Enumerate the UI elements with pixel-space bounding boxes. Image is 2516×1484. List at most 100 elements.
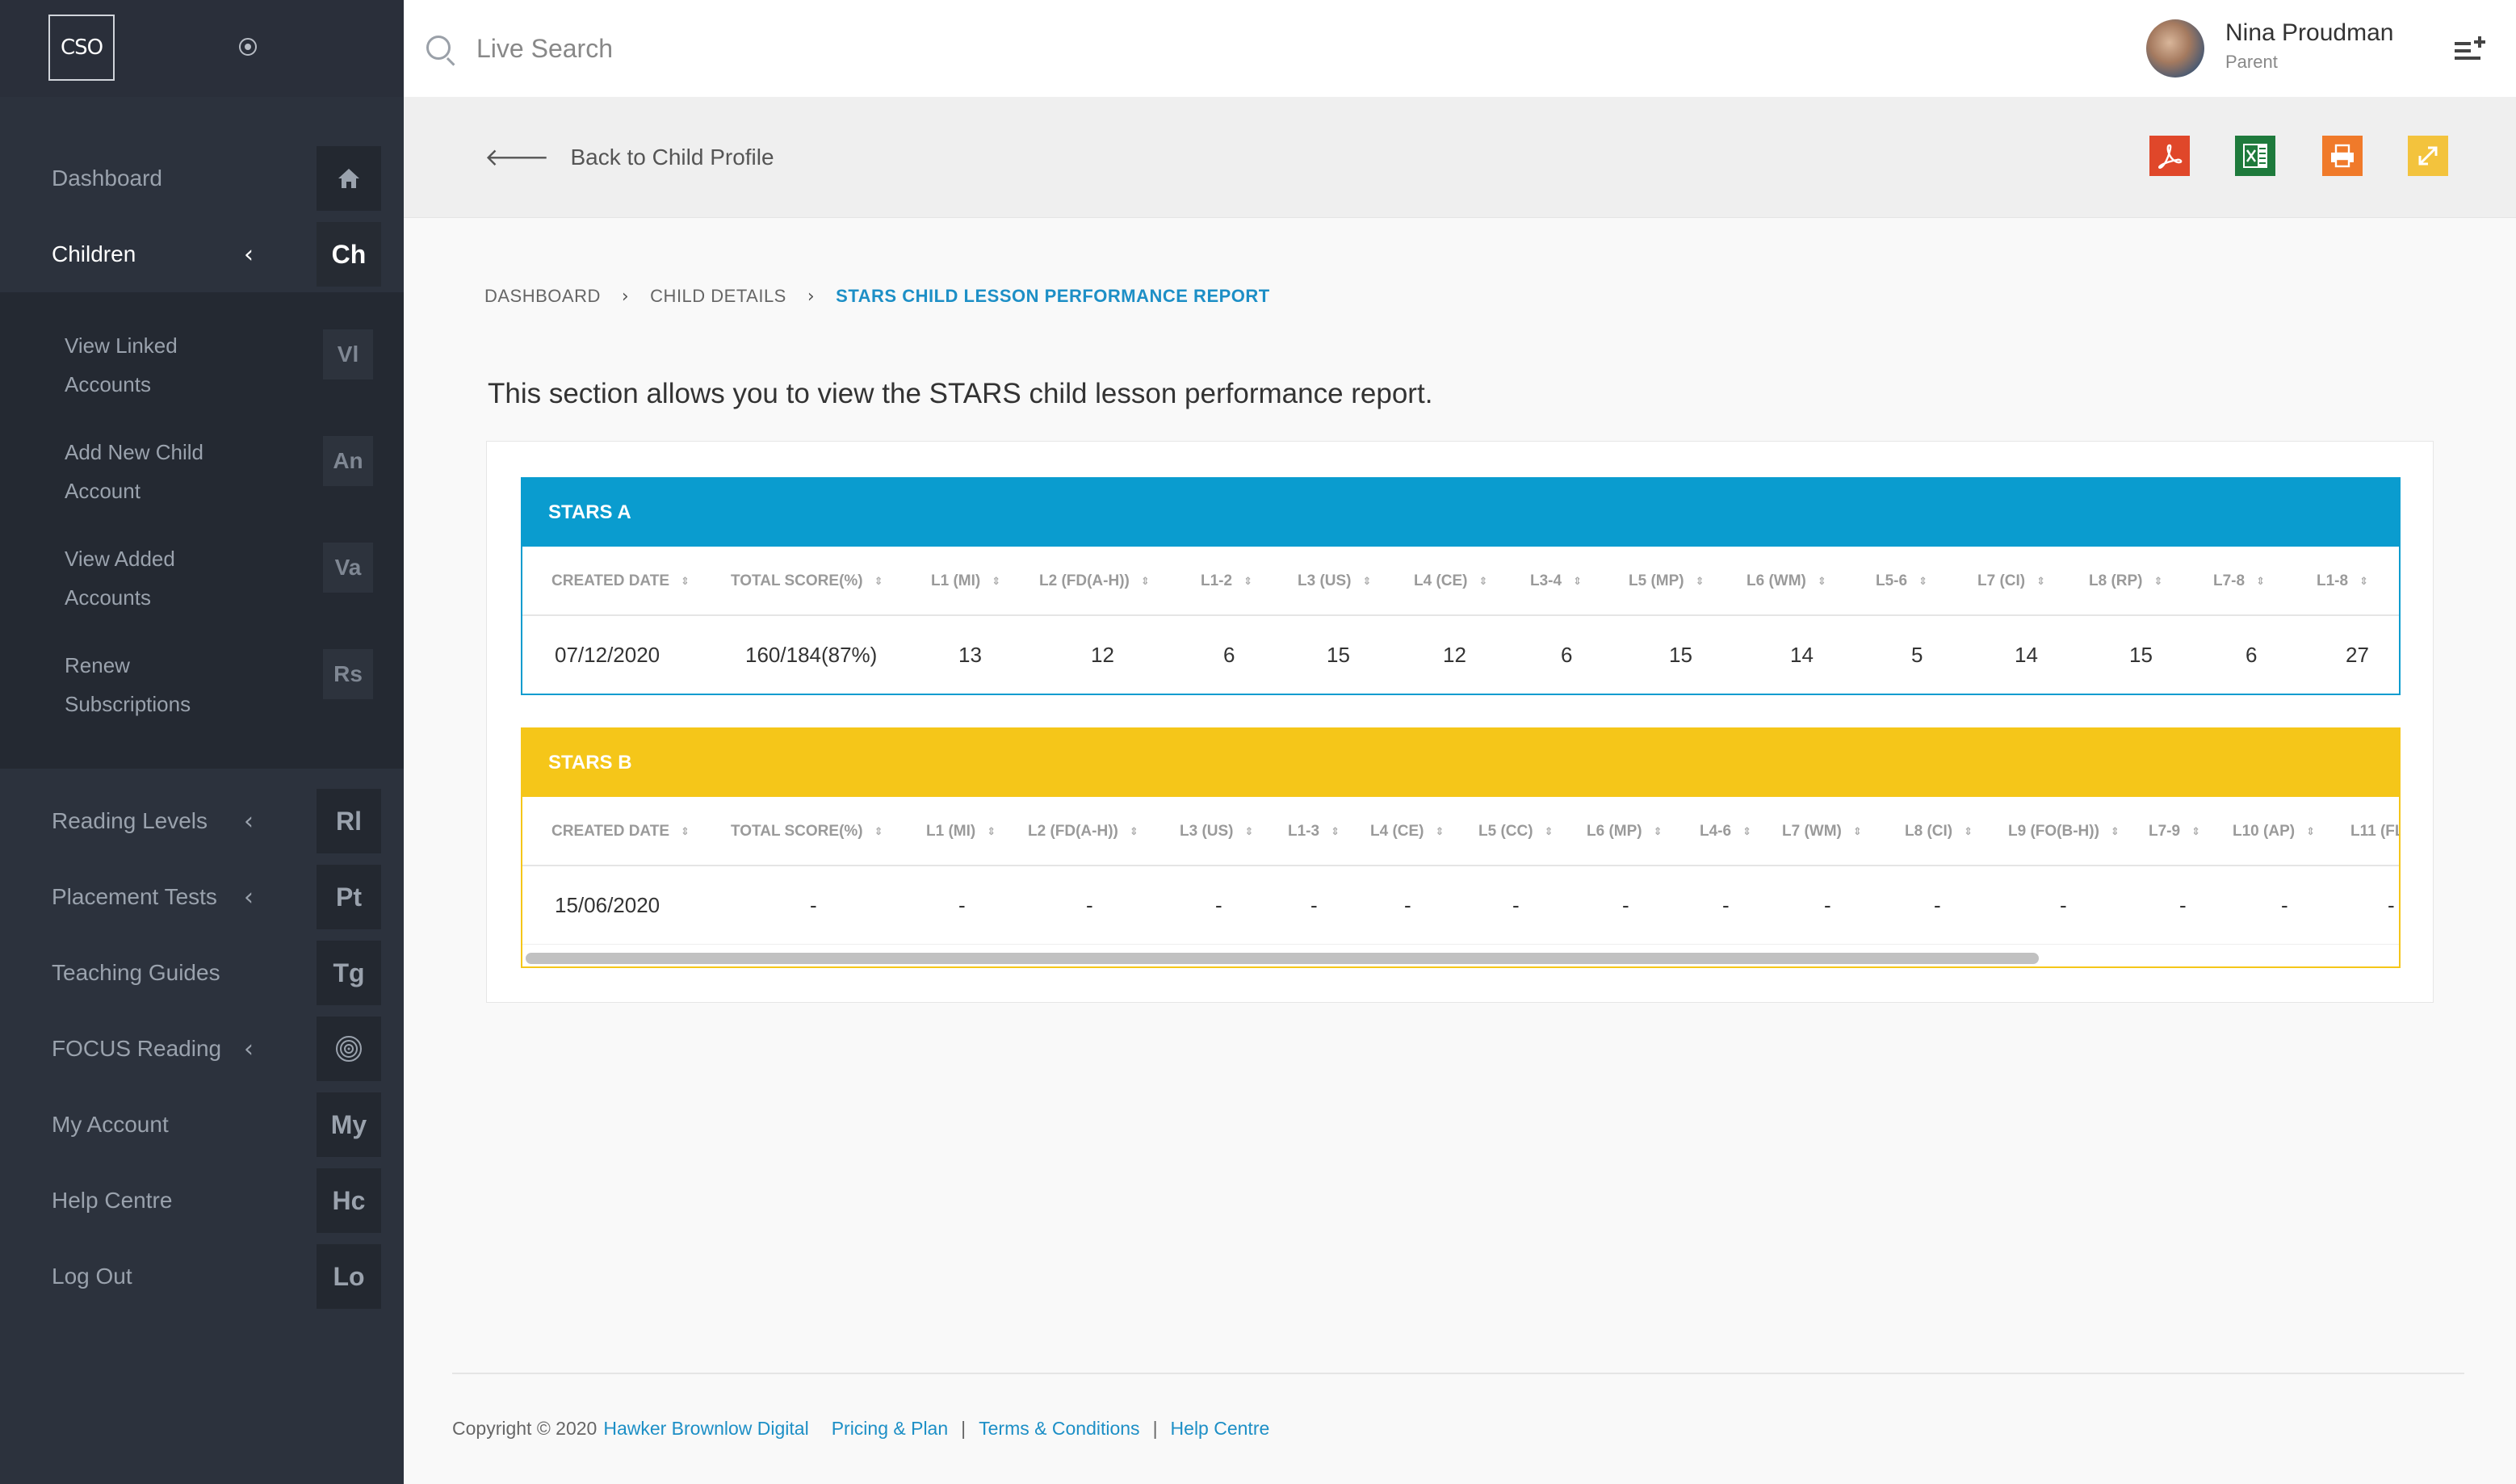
avatar[interactable] bbox=[2146, 19, 2204, 78]
table-cell: - bbox=[1404, 892, 1411, 917]
sidebar-subitem-badge: Va bbox=[323, 543, 373, 593]
column-header[interactable]: L1-8 ⇕ bbox=[2317, 547, 2368, 616]
column-header[interactable]: L4 (CE) ⇕ bbox=[1370, 797, 1444, 866]
sidebar-item-badge: Lo bbox=[317, 1244, 381, 1309]
column-header[interactable]: L8 (CI) ⇕ bbox=[1905, 797, 1973, 866]
column-header[interactable]: L2 (FD(A-H)) ⇕ bbox=[1028, 797, 1138, 866]
column-header[interactable]: L7-8 ⇕ bbox=[2213, 547, 2265, 616]
column-header[interactable]: L8 (RP) ⇕ bbox=[2089, 547, 2162, 616]
sidebar-header: CSO bbox=[0, 0, 404, 97]
table-cell: 6 bbox=[2246, 642, 2258, 667]
column-header[interactable]: L5 (CC) ⇕ bbox=[1478, 797, 1553, 866]
column-header[interactable]: L7-9 ⇕ bbox=[2149, 797, 2200, 866]
sidebar-subitem-label: View Linked Accounts bbox=[65, 333, 178, 396]
print-button[interactable] bbox=[2322, 136, 2363, 176]
sidebar-subitem-badge: Rs bbox=[323, 649, 373, 699]
export-pdf-button[interactable] bbox=[2149, 136, 2190, 176]
sidebar-item-label: Placement Tests bbox=[52, 884, 217, 909]
back-to-child-profile-link[interactable]: 🡐 Back to Child Profile bbox=[484, 141, 774, 174]
sort-icon: ⇕ bbox=[1817, 575, 1826, 588]
column-header[interactable]: L5 (MP) ⇕ bbox=[1629, 547, 1705, 616]
logo[interactable]: CSO bbox=[48, 15, 115, 81]
column-header[interactable]: L2 (FD(A-H)) ⇕ bbox=[1039, 547, 1150, 616]
column-header[interactable]: L1 (MI) ⇕ bbox=[926, 797, 996, 866]
column-header[interactable]: L7 (CI) ⇕ bbox=[1977, 547, 2045, 616]
column-header[interactable]: L1 (MI) ⇕ bbox=[931, 547, 1000, 616]
column-header[interactable]: TOTAL SCORE(%) ⇕ bbox=[731, 797, 883, 866]
sort-icon: ⇕ bbox=[1544, 825, 1554, 838]
sort-icon: ⇕ bbox=[1852, 825, 1862, 838]
column-header[interactable]: CREATED DATE ⇕ bbox=[551, 547, 690, 616]
sidebar-subitem-view-linked-accounts[interactable]: View Linked Accounts Vl bbox=[0, 329, 404, 436]
column-header[interactable]: L3 (US) ⇕ bbox=[1180, 797, 1253, 866]
column-header[interactable]: L3 (US) ⇕ bbox=[1298, 547, 1371, 616]
search-input[interactable] bbox=[476, 24, 1042, 73]
export-excel-button[interactable] bbox=[2235, 136, 2275, 176]
children-submenu: View Linked Accounts Vl Add New Child Ac… bbox=[0, 220, 404, 769]
sidebar-item-label: FOCUS Reading bbox=[52, 1036, 222, 1061]
chevron-right-icon: › bbox=[807, 286, 816, 307]
column-header[interactable]: L4-6 ⇕ bbox=[1700, 797, 1751, 866]
sidebar-subitem-add-new-child-account[interactable]: Add New Child Account An bbox=[0, 436, 404, 543]
sidebar-item-teaching-guides[interactable]: Teaching Guides Tg bbox=[0, 935, 404, 1011]
table-row: 07/12/2020 160/184(87%) 13 12 6 15 12 6 … bbox=[522, 616, 2399, 694]
breadcrumb-dashboard[interactable]: DASHBOARD bbox=[484, 286, 601, 307]
expand-button[interactable] bbox=[2408, 136, 2448, 176]
sidebar-item-children[interactable]: Children ‹ Ch bbox=[0, 216, 404, 292]
sort-icon: ⇕ bbox=[2036, 575, 2046, 588]
sidebar-subitem-renew-subscriptions[interactable]: Renew Subscriptions Rs bbox=[0, 649, 404, 756]
column-header[interactable]: CREATED DATE ⇕ bbox=[551, 797, 690, 866]
sort-icon: ⇕ bbox=[874, 825, 883, 838]
sort-icon: ⇕ bbox=[874, 575, 883, 588]
column-header[interactable]: L3-4 ⇕ bbox=[1530, 547, 1582, 616]
column-header[interactable]: L1-2 ⇕ bbox=[1201, 547, 1252, 616]
menu-add-icon[interactable] bbox=[2455, 36, 2485, 61]
sidebar-item-reading-levels[interactable]: Reading Levels ‹ Rl bbox=[0, 783, 404, 859]
column-header[interactable]: L11 (FL bbox=[2350, 797, 2399, 866]
sort-icon: ⇕ bbox=[987, 825, 996, 838]
sidebar-item-placement-tests[interactable]: Placement Tests ‹ Pt bbox=[0, 859, 404, 935]
chevron-right-icon: › bbox=[621, 286, 630, 307]
column-header[interactable]: TOTAL SCORE(%) ⇕ bbox=[731, 547, 883, 616]
sidebar-item-focus-reading[interactable]: FOCUS Reading ‹ bbox=[0, 1011, 404, 1087]
breadcrumb-child-details[interactable]: CHILD DETAILS bbox=[650, 286, 786, 307]
table-row: 15/06/2020 - - - - - - - - - - - - - - - bbox=[522, 866, 2399, 944]
terms-link[interactable]: Terms & Conditions bbox=[979, 1418, 1139, 1440]
sidebar-item-badge: Ch bbox=[317, 222, 381, 287]
pricing-link[interactable]: Pricing & Plan bbox=[832, 1418, 948, 1440]
back-link-label: Back to Child Profile bbox=[570, 145, 774, 170]
sort-icon: ⇕ bbox=[2153, 575, 2163, 588]
column-header[interactable]: L4 (CE) ⇕ bbox=[1414, 547, 1487, 616]
table-cell: - bbox=[1722, 892, 1730, 917]
table-cell: 5 bbox=[1911, 642, 1923, 667]
horizontal-scrollbar[interactable] bbox=[522, 944, 2399, 966]
table-header-row: CREATED DATE ⇕ TOTAL SCORE(%) ⇕ L1 (MI) ⇕ L… bbox=[522, 797, 2399, 866]
column-header[interactable]: L5-6 ⇕ bbox=[1876, 547, 1927, 616]
top-bar: Nina Proudman Parent bbox=[404, 0, 2516, 97]
help-centre-link[interactable]: Help Centre bbox=[1171, 1418, 1270, 1440]
sidebar-subitem-badge: Vl bbox=[323, 329, 373, 379]
scrollbar-thumb[interactable] bbox=[526, 953, 2039, 964]
sidebar-item-my-account[interactable]: My Account My bbox=[0, 1087, 404, 1163]
sidebar-item-help-centre[interactable]: Help Centre Hc bbox=[0, 1163, 404, 1239]
column-header[interactable]: L7 (WM) ⇕ bbox=[1782, 797, 1862, 866]
column-header[interactable]: L6 (MP) ⇕ bbox=[1587, 797, 1663, 866]
table-cell: - bbox=[2388, 892, 2395, 917]
sidebar-toggle-icon[interactable] bbox=[239, 38, 257, 56]
column-header[interactable]: L10 (AP) ⇕ bbox=[2233, 797, 2315, 866]
column-header[interactable]: L1-3 ⇕ bbox=[1288, 797, 1340, 866]
sort-icon: ⇕ bbox=[1653, 825, 1663, 838]
sidebar-item-dashboard[interactable]: Dashboard bbox=[0, 140, 404, 216]
column-header[interactable]: L6 (WM) ⇕ bbox=[1747, 547, 1826, 616]
sidebar-item-label: Dashboard bbox=[52, 166, 162, 191]
sidebar-subitem-view-added-accounts[interactable]: View Added Accounts Va bbox=[0, 543, 404, 649]
sidebar-item-log-out[interactable]: Log Out Lo bbox=[0, 1239, 404, 1314]
footer-separator: | bbox=[961, 1418, 967, 1439]
table-cell: 12 bbox=[1443, 642, 1466, 667]
sidebar-subitem-label: Add New Child Account bbox=[65, 440, 203, 503]
table-cell: - bbox=[1824, 892, 1831, 917]
company-link[interactable]: Hawker Brownlow Digital bbox=[603, 1418, 808, 1440]
sort-icon: ⇕ bbox=[681, 825, 690, 838]
column-header[interactable]: L9 (FO(B-H)) ⇕ bbox=[2008, 797, 2120, 866]
user-name[interactable]: Nina Proudman bbox=[2225, 19, 2393, 47]
